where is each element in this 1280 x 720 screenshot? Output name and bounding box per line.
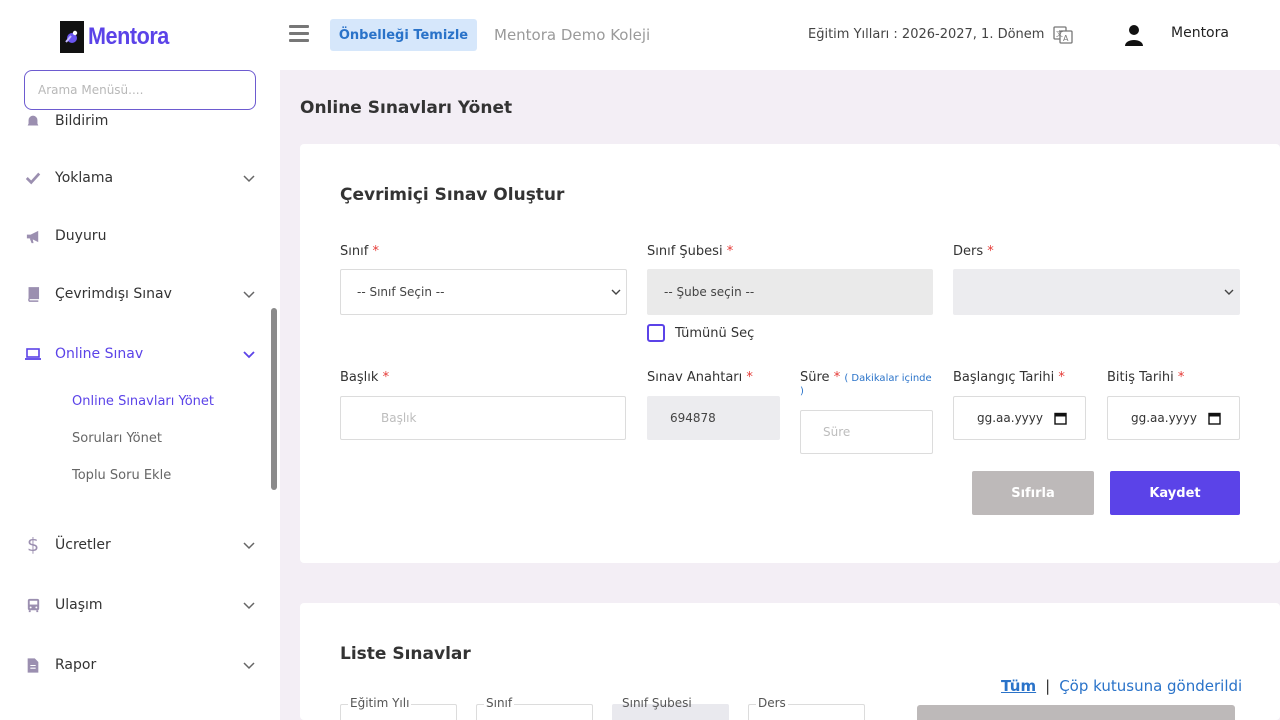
user-name[interactable]: Mentora xyxy=(1171,25,1229,41)
section-select-value: -- Şube seçin -- xyxy=(664,285,755,299)
sidebar-item-notification[interactable]: Bildirim xyxy=(24,106,258,136)
translate-icon[interactable]: A文 xyxy=(1053,25,1073,45)
chevron-down-icon xyxy=(243,542,255,550)
sidebar-item-label: Rapor xyxy=(55,657,97,673)
chevron-down-icon xyxy=(243,291,255,299)
sidebar-item-announcement[interactable]: Duyuru xyxy=(24,221,258,251)
section-select[interactable]: -- Şube seçin -- xyxy=(647,269,933,315)
duration-input[interactable]: Süre xyxy=(800,410,933,454)
list-filter-links: Tüm | Çöp kutusuna gönderildi xyxy=(1001,677,1242,695)
filter-year-label: Eğitim Yılı xyxy=(348,696,412,710)
user-avatar-icon[interactable] xyxy=(1124,23,1144,47)
subject-select[interactable] xyxy=(953,269,1240,315)
exam-key-label: Sınav Anahtarı * xyxy=(647,370,753,385)
bus-icon xyxy=(24,596,42,614)
subject-label: Ders * xyxy=(953,244,994,259)
megaphone-icon xyxy=(24,227,42,245)
logo-text: Mentora xyxy=(88,23,169,50)
class-select-value: -- Sınıf Seçin -- xyxy=(357,285,445,299)
chevron-down-icon xyxy=(243,175,255,183)
select-all-checkbox[interactable] xyxy=(647,324,665,342)
laptop-icon xyxy=(24,345,42,363)
filter-section-label: Sınıf Şubesi xyxy=(622,696,692,710)
chevron-down-icon xyxy=(1224,289,1234,295)
select-all-label[interactable]: Tümünü Seç xyxy=(675,326,754,341)
sidebar-item-offline-exam[interactable]: Çevrimdışı Sınav xyxy=(24,279,258,309)
sidebar-scrollbar[interactable] xyxy=(271,308,277,490)
title-input[interactable]: Başlık xyxy=(340,396,626,440)
document-icon xyxy=(24,656,42,674)
page-title: Online Sınavları Yönet xyxy=(300,98,513,118)
create-exam-title: Çevrimiçi Sınav Oluştur xyxy=(340,185,565,205)
sidebar-subitem-manage-questions[interactable]: Soruları Yönet xyxy=(72,431,162,446)
sidebar-subitem-manage-online-exams[interactable]: Online Sınavları Yönet xyxy=(72,394,214,409)
link-separator: | xyxy=(1045,677,1051,695)
dollar-icon: $ xyxy=(26,533,40,556)
sidebar-item-report[interactable]: Rapor xyxy=(24,650,258,680)
top-header: Mentora Önbelleği Temizle Mentora Demo K… xyxy=(0,0,1280,70)
sidebar-item-label: Çevrimdışı Sınav xyxy=(55,286,172,302)
svg-text:文: 文 xyxy=(1056,29,1063,38)
class-label: Sınıf * xyxy=(340,244,379,259)
start-date-label: Başlangıç Tarihi * xyxy=(953,370,1065,385)
filter-button[interactable] xyxy=(917,705,1235,720)
filter-class-label: Sınıf xyxy=(484,696,515,710)
education-year[interactable]: Eğitim Yılları : 2026-2027, 1. Dönem xyxy=(808,27,1044,42)
start-date-value: gg.aa.yyyy xyxy=(977,411,1043,425)
sidebar-item-fees[interactable]: $ Ücretler xyxy=(24,530,258,560)
sidebar-item-attendance[interactable]: Yoklama xyxy=(24,163,258,193)
sidebar-item-label: Online Sınav xyxy=(55,346,144,362)
chevron-down-icon xyxy=(243,602,255,610)
sidebar-item-label: Duyuru xyxy=(55,228,107,244)
bell-icon xyxy=(24,112,42,130)
filter-subject-label: Ders xyxy=(756,696,788,710)
calendar-icon[interactable] xyxy=(1208,411,1221,425)
sidebar-item-online-exam[interactable]: Online Sınav xyxy=(24,339,258,369)
app-logo[interactable]: Mentora xyxy=(60,21,178,53)
class-select[interactable]: -- Sınıf Seçin -- xyxy=(340,269,627,315)
trash-link[interactable]: Çöp kutusuna gönderildi xyxy=(1059,677,1242,695)
save-button[interactable]: Kaydet xyxy=(1110,471,1240,515)
reset-button[interactable]: Sıfırla xyxy=(972,471,1094,515)
all-exams-link[interactable]: Tüm xyxy=(1001,677,1036,695)
chevron-down-icon xyxy=(243,662,255,670)
exam-key-value: 694878 xyxy=(670,411,716,425)
duration-label: Süre * ( Dakikalar içinde xyxy=(800,370,932,385)
duration-hint-close: ) xyxy=(800,386,804,397)
calendar-icon[interactable] xyxy=(1054,411,1067,425)
sidebar-item-label: Bildirim xyxy=(55,113,109,129)
logo-icon xyxy=(60,21,84,53)
check-icon xyxy=(24,169,42,187)
end-date-label: Bitiş Tarihi * xyxy=(1107,370,1185,385)
exam-key-input[interactable]: 694878 xyxy=(647,396,780,440)
book-icon xyxy=(24,285,42,303)
start-date-input[interactable]: gg.aa.yyyy xyxy=(953,396,1086,440)
svg-text:A: A xyxy=(1063,34,1069,43)
duration-input-placeholder: Süre xyxy=(823,425,851,439)
sidebar-subitem-bulk-add-questions[interactable]: Toplu Soru Ekle xyxy=(72,468,171,483)
end-date-value: gg.aa.yyyy xyxy=(1131,411,1197,425)
menu-search xyxy=(24,70,256,110)
sidebar-item-transport[interactable]: Ulaşım xyxy=(24,590,258,620)
chevron-down-icon xyxy=(611,289,621,295)
section-label: Sınıf Şubesi * xyxy=(647,244,734,259)
exam-list-title: Liste Sınavlar xyxy=(340,644,471,664)
sidebar-item-label: Yoklama xyxy=(55,170,114,186)
school-name: Mentora Demo Koleji xyxy=(494,26,651,44)
sidebar-item-label: Ücretler xyxy=(55,537,111,553)
sidebar: Bildirim Yoklama Duyuru Çevrimdışı Sınav… xyxy=(0,70,280,720)
menu-toggle-icon[interactable] xyxy=(289,25,309,45)
clear-cache-button[interactable]: Önbelleği Temizle xyxy=(330,19,477,51)
chevron-down-icon xyxy=(243,351,255,359)
title-input-placeholder: Başlık xyxy=(381,411,417,425)
sidebar-item-label: Ulaşım xyxy=(55,597,103,613)
menu-search-input[interactable] xyxy=(25,71,255,109)
title-label: Başlık * xyxy=(340,370,390,385)
end-date-input[interactable]: gg.aa.yyyy xyxy=(1107,396,1240,440)
